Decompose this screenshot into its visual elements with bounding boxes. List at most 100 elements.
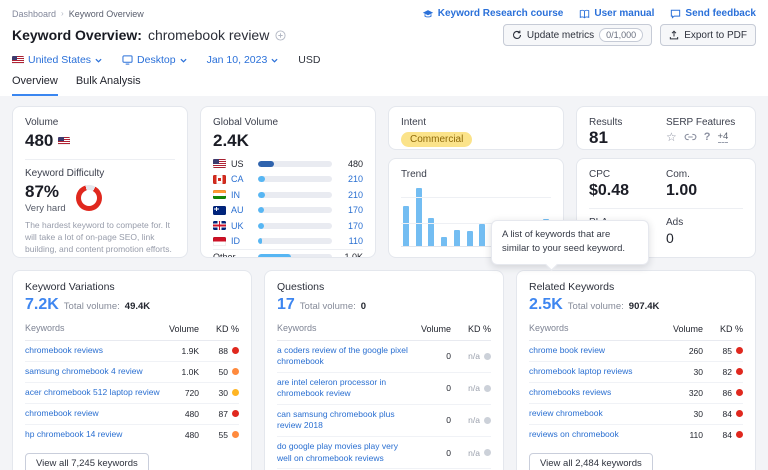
country-code[interactable]: CA: [231, 174, 253, 184]
tooltip: A list of keywords that are similar to y…: [491, 220, 649, 271]
table-row: chrome book review 260 85: [529, 341, 743, 362]
global-volume-breakdown: US 480 CA 210 IN 210 AU 170 UK 170 ID 110: [213, 158, 363, 247]
volume-bar-fill: [258, 254, 291, 257]
table-header-row: Keywords Volume KD %: [529, 323, 743, 341]
refresh-icon: [512, 30, 522, 40]
country-row-au: AU 170: [213, 205, 363, 216]
keyword-link[interactable]: can samsung chromebook plus review 2018: [277, 409, 395, 430]
keyword-link[interactable]: acer chromebook 512 laptop review: [25, 387, 160, 397]
gridline: [401, 196, 551, 198]
table-row: a coders review of the google pixel chro…: [277, 341, 491, 373]
send-feedback-link[interactable]: Send feedback: [670, 8, 756, 19]
volume-cell: 110: [689, 429, 703, 440]
breadcrumb-dashboard[interactable]: Dashboard: [12, 9, 56, 19]
keyword-link[interactable]: hp chromebook 14 review: [25, 429, 122, 439]
view-all-keywords-button[interactable]: View all 7,245 keywords: [25, 452, 149, 470]
kd-dot: [736, 368, 743, 376]
country-row-uk: UK 170: [213, 220, 363, 231]
kd-value: 87: [218, 408, 228, 419]
keyword-link[interactable]: chromebook laptop reviews: [529, 366, 632, 376]
trend-bar-7: [479, 224, 486, 246]
country-row-id: ID 110: [213, 236, 363, 247]
id-flag-icon: [213, 236, 226, 246]
keyword-cell: chromebook reviews: [25, 345, 167, 356]
keyword-difficulty-value: 87%: [25, 182, 60, 201]
keyword-link[interactable]: do google play movies play very well on …: [277, 441, 398, 462]
keyword-link[interactable]: chromebooks reviews: [529, 387, 611, 397]
date-selector[interactable]: Jan 10, 2023: [207, 54, 279, 66]
question-mark-icon[interactable]: ?: [704, 131, 711, 143]
kd-dot: [232, 347, 239, 355]
global-volume-card: Global Volume 2.4K US 480 CA 210 IN 210 AU 170 U…: [200, 106, 376, 258]
results-label: Results: [589, 117, 623, 128]
book-icon: [579, 9, 590, 19]
keyword-cell: samsung chromebook 4 review: [25, 366, 167, 377]
export-to-pdf-button[interactable]: Export to PDF: [660, 24, 756, 46]
country-code[interactable]: AU: [231, 205, 253, 215]
keyword-research-course-link[interactable]: Keyword Research course: [422, 8, 563, 19]
tab-bulk-analysis[interactable]: Bulk Analysis: [76, 75, 141, 96]
kd-cell: 50: [199, 367, 239, 377]
keyword-cell: chrome book review: [529, 345, 671, 356]
keyword-cell: chromebook review: [25, 408, 167, 419]
keyword-link[interactable]: chromebook review: [25, 408, 99, 418]
kd-dot: [232, 389, 239, 397]
kd-value: 50: [218, 366, 228, 377]
country-code[interactable]: ID: [231, 236, 253, 246]
kd-cell: 55: [199, 430, 239, 440]
kd-dot: [232, 410, 239, 418]
card-divider: [25, 159, 175, 160]
column-header-keywords: Keywords: [25, 323, 65, 333]
star-icon[interactable]: ☆: [666, 131, 677, 143]
serp-features-more[interactable]: +4: [717, 131, 729, 143]
kd-dot: [484, 384, 491, 392]
update-metrics-button[interactable]: Update metrics 0/1,000: [502, 24, 653, 46]
keyword-link[interactable]: review chromebook: [529, 408, 603, 418]
volume-cell: 1.0K: [181, 366, 200, 377]
update-metrics-label: Update metrics: [526, 29, 595, 41]
volume-cell: 0: [446, 447, 451, 458]
competition-label: Com.: [666, 169, 690, 180]
column-header-kd: KD %: [467, 323, 491, 334]
view-all-keywords-button[interactable]: View all 2,484 keywords: [529, 452, 653, 470]
country-selector[interactable]: United States: [12, 54, 102, 66]
table-row: do google play movies play very well on …: [277, 437, 491, 470]
keyword-link[interactable]: chromebook reviews: [25, 345, 103, 355]
table-count: 2.5K: [529, 296, 563, 313]
country-code[interactable]: UK: [231, 221, 253, 231]
kd-cell: 87: [199, 409, 239, 419]
column-header-kd: KD %: [719, 323, 743, 334]
keyword-link[interactable]: reviews on chromebook: [529, 429, 619, 439]
tab-overview[interactable]: Overview: [12, 75, 58, 96]
keyword-link[interactable]: are intel celeron processor in chromeboo…: [277, 377, 386, 398]
volume-cell: 260: [688, 345, 703, 356]
add-to-list-icon[interactable]: [275, 29, 286, 41]
kd-dot: [484, 449, 491, 457]
keyword-cell: can samsung chromebook plus review 2018: [277, 409, 419, 431]
breadcrumb-separator-icon: ›: [61, 9, 64, 18]
column-header-volume: Volume: [168, 323, 199, 334]
country-volume: 1.0K: [344, 252, 363, 258]
table-header-row: Keywords Volume KD %: [277, 323, 491, 341]
trend-bar-4: [441, 237, 448, 246]
table-row: samsung chromebook 4 review 1.0K 50: [25, 362, 239, 383]
link-icon[interactable]: [684, 133, 697, 141]
kd-cell: n/a: [451, 383, 491, 393]
trend-label: Trend: [401, 169, 427, 180]
volume-cell: 0: [446, 415, 451, 426]
country-code[interactable]: IN: [231, 190, 253, 200]
keyword-link[interactable]: a coders review of the google pixel chro…: [277, 345, 408, 366]
volume-cell: 1.9K: [181, 345, 200, 356]
update-metrics-quota-badge: 0/1,000: [599, 28, 644, 42]
table-row: chromebook laptop reviews 30 82: [529, 362, 743, 383]
table-title: Questions: [277, 281, 325, 293]
kd-cell: 84: [703, 430, 743, 440]
country-selector-value: United States: [28, 54, 92, 66]
user-manual-link[interactable]: User manual: [579, 8, 654, 19]
table-count: 17: [277, 296, 295, 313]
intent-badge[interactable]: Commercial: [401, 132, 473, 147]
trend-bar-5: [453, 230, 460, 246]
keyword-link[interactable]: samsung chromebook 4 review: [25, 366, 143, 376]
keyword-link[interactable]: chrome book review: [529, 345, 605, 355]
device-selector[interactable]: Desktop: [122, 54, 187, 66]
